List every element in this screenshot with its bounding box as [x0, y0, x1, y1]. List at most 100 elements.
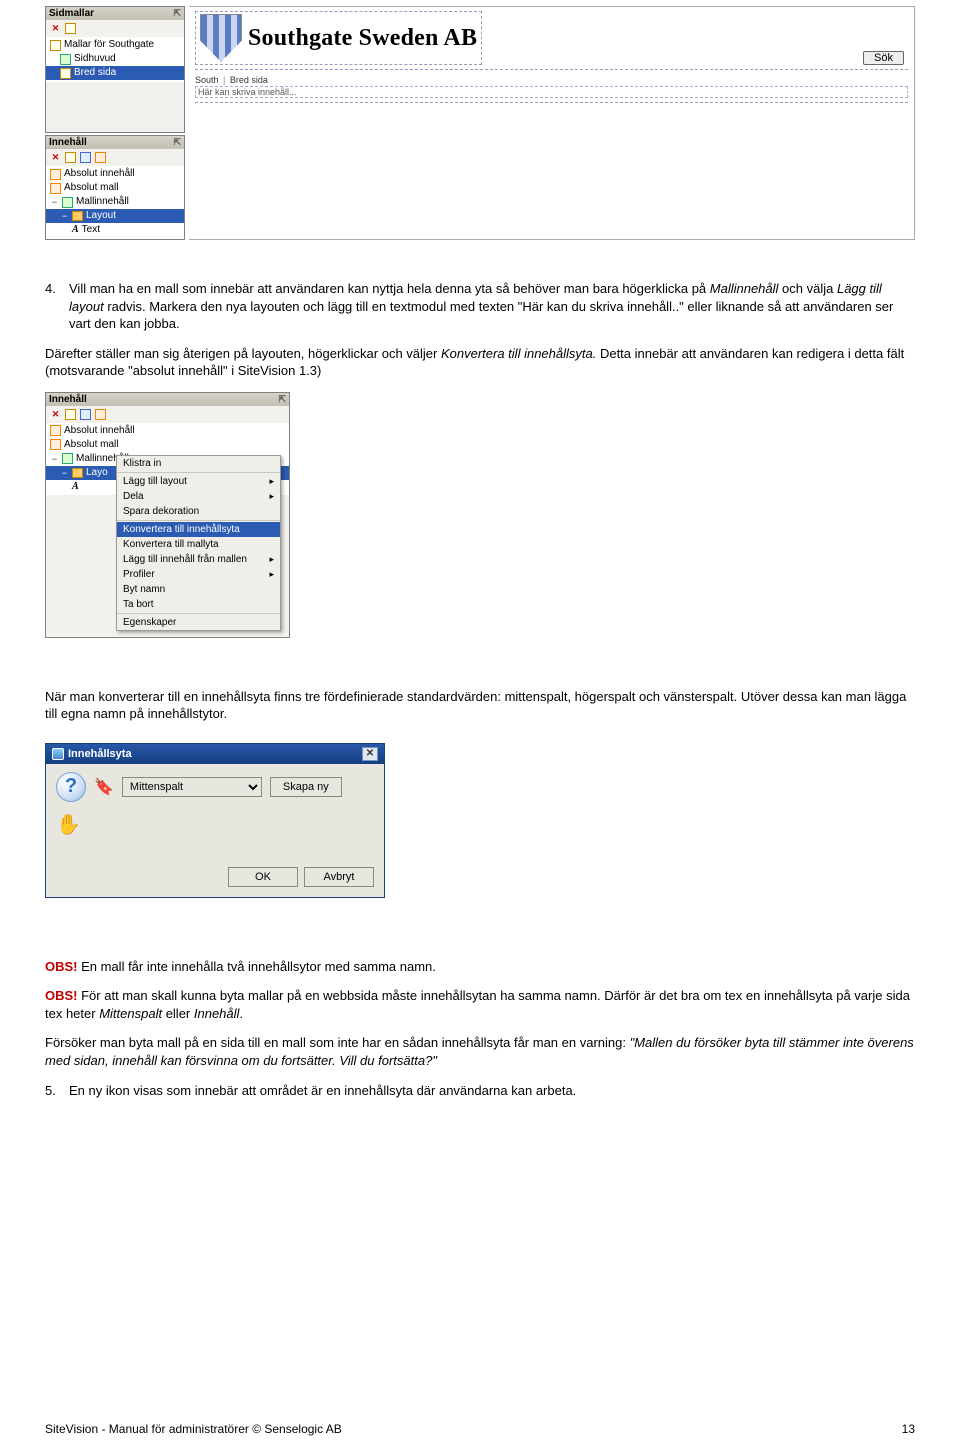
text-run: Vill man ha en mall som innebär att anvä…	[69, 281, 710, 296]
dashed-divider	[195, 69, 908, 73]
folder-icon	[72, 468, 83, 478]
footer-left: SiteVision - Manual för administratörer …	[45, 1422, 342, 1436]
list-number: 5.	[45, 1082, 59, 1112]
paragraph: Därefter ställer man sig återigen på lay…	[45, 345, 915, 380]
square-icon	[50, 425, 61, 436]
collapse-icon[interactable]: −	[60, 466, 69, 480]
new-icon[interactable]	[64, 408, 77, 421]
list-item-5: 5. En ny ikon visas som innebär att områ…	[45, 1082, 915, 1112]
page-icon	[60, 68, 71, 79]
obs-label: OBS!	[45, 959, 78, 974]
tree-item[interactable]: Absolut mall	[46, 181, 184, 195]
orange-icon[interactable]	[94, 151, 107, 164]
blue-icon[interactable]	[79, 408, 92, 421]
collapse-icon[interactable]: −	[50, 452, 59, 466]
sidmallar-tree: Mallar för Southgate Sidhuvud Bred sida	[46, 37, 184, 82]
menu-label: Lägg till innehåll från mallen	[123, 554, 247, 565]
page-number: 13	[902, 1422, 915, 1436]
menu-item-profiler[interactable]: Profiler▸	[117, 567, 280, 582]
menu-item-bytnamn[interactable]: Byt namn	[117, 582, 280, 597]
collapse-icon[interactable]: −	[50, 195, 59, 209]
tree-item-sidhuvud[interactable]: Sidhuvud	[46, 52, 184, 66]
crumb-sep: |	[221, 75, 227, 85]
menu-label: Konvertera till innehållsyta	[123, 524, 240, 535]
dialog-buttons: OK Avbryt	[46, 837, 384, 897]
logo-box: Southgate Sweden AB	[195, 11, 482, 65]
context-menu: Klistra in Lägg till layout▸ Dela▸ Spara…	[116, 455, 281, 631]
cancel-button[interactable]: Avbryt	[304, 867, 374, 887]
tree-item[interactable]: − Mallinnehåll	[46, 195, 184, 209]
menu-item-tabort[interactable]: Ta bort	[117, 597, 280, 612]
orange-icon[interactable]	[94, 408, 107, 421]
tree-item-label: Absolut mall	[64, 438, 118, 452]
menu-label: Klistra in	[123, 458, 161, 469]
crumb[interactable]: South	[195, 75, 219, 85]
paragraph: En ny ikon visas som innebär att området…	[69, 1082, 576, 1100]
page-footer: SiteVision - Manual för administratörer …	[45, 1422, 915, 1436]
text-run: radvis. Markera den nya layouten och läg…	[69, 299, 893, 332]
submenu-arrow-icon: ▸	[269, 491, 274, 502]
pin-icon[interactable]: ⇱	[278, 394, 286, 405]
delete-icon[interactable]: ✕	[49, 22, 62, 35]
pin-icon[interactable]: ⇱	[173, 137, 181, 148]
square-icon	[50, 169, 61, 180]
tree-item-label: Bred sida	[74, 66, 116, 80]
tree-item-label: Sidhuvud	[74, 52, 116, 66]
menu-item-konv-mall[interactable]: Konvertera till mallyta	[117, 537, 280, 552]
tree-item-label: Layout	[86, 209, 116, 223]
page-icon	[62, 453, 73, 464]
sidmallar-toolbar: ✕	[46, 20, 184, 37]
tree-item[interactable]: Absolut innehåll	[46, 424, 289, 438]
tree-root-mallar[interactable]: Mallar för Southgate	[46, 38, 184, 52]
delete-icon[interactable]: ✕	[49, 151, 62, 164]
tree-item-label: Absolut innehåll	[64, 424, 135, 438]
tree-item-label: Layo	[86, 466, 108, 480]
menu-item-spara[interactable]: Spara dekoration	[117, 504, 280, 519]
tree-item[interactable]: Absolut mall	[46, 438, 289, 452]
search-button[interactable]: Sök	[863, 51, 904, 65]
collapse-icon[interactable]: −	[60, 209, 69, 223]
menu-item-dela[interactable]: Dela▸	[117, 489, 280, 504]
page-icon	[50, 40, 61, 51]
panel-innehall: Innehåll ⇱ ✕ Absolut innehåll Absolut ma…	[45, 135, 185, 240]
content-area-select[interactable]: Mittenspalt	[122, 777, 262, 797]
tree-item[interactable]: Absolut innehåll	[46, 167, 184, 181]
square-icon	[50, 183, 61, 194]
panel-innehall-title: Innehåll ⇱	[46, 136, 184, 149]
tree-item-text[interactable]: A Text	[46, 223, 184, 237]
dialog-first-row: ? 🔖 Mittenspalt Skapa ny	[46, 764, 384, 806]
delete-icon[interactable]: ✕	[49, 408, 62, 421]
dialog-title-text: Innehållsyta	[68, 748, 132, 760]
document-body: 4. Vill man ha en mall som innebär att a…	[45, 280, 915, 380]
dialog-title-icon	[52, 748, 64, 760]
folder-icon	[72, 211, 83, 221]
obs-line-2: OBS! För att man skall kunna byta mallar…	[45, 987, 915, 1022]
create-new-button[interactable]: Skapa ny	[270, 777, 342, 797]
new-icon[interactable]	[64, 151, 77, 164]
context-menu-screenshot: Innehåll ⇱ ✕ Absolut innehåll Absolut ma…	[45, 392, 290, 638]
panel-spacer	[46, 82, 184, 132]
ctx-panel-label: Innehåll	[49, 394, 87, 405]
menu-item-klistra[interactable]: Klistra in	[117, 456, 280, 471]
tree-item-label: Absolut innehåll	[64, 167, 135, 181]
menu-item-lagg-innehall[interactable]: Lägg till innehåll från mallen ▸	[117, 552, 280, 567]
crumb[interactable]: Bred sida	[230, 75, 268, 85]
close-icon[interactable]: ✕	[362, 747, 378, 761]
menu-label: Ta bort	[123, 599, 154, 610]
new-page-icon[interactable]	[64, 22, 77, 35]
ok-button[interactable]: OK	[228, 867, 298, 887]
text-run: och välja	[778, 281, 837, 296]
paragraph: Vill man ha en mall som innebär att anvä…	[69, 280, 915, 333]
tree-item-bredsida[interactable]: Bred sida	[46, 66, 184, 80]
pin-icon[interactable]: ⇱	[173, 8, 181, 19]
tree-item-layout[interactable]: − Layout	[46, 209, 184, 223]
submenu-arrow-icon: ▸	[269, 554, 274, 565]
another-icon[interactable]	[79, 151, 92, 164]
italic-term: Mittenspalt	[99, 1006, 162, 1021]
paragraph-block: När man konverterar till en innehållsyta…	[45, 688, 915, 723]
menu-item-konv-innehall[interactable]: Konvertera till innehållsyta	[117, 522, 280, 537]
paragraph: När man konverterar till en innehållsyta…	[45, 688, 915, 723]
page-preview: Southgate Sweden AB Sök South | Bred sid…	[189, 6, 915, 240]
menu-item-lagg-layout[interactable]: Lägg till layout▸	[117, 474, 280, 489]
menu-item-egenskaper[interactable]: Egenskaper	[117, 615, 280, 630]
